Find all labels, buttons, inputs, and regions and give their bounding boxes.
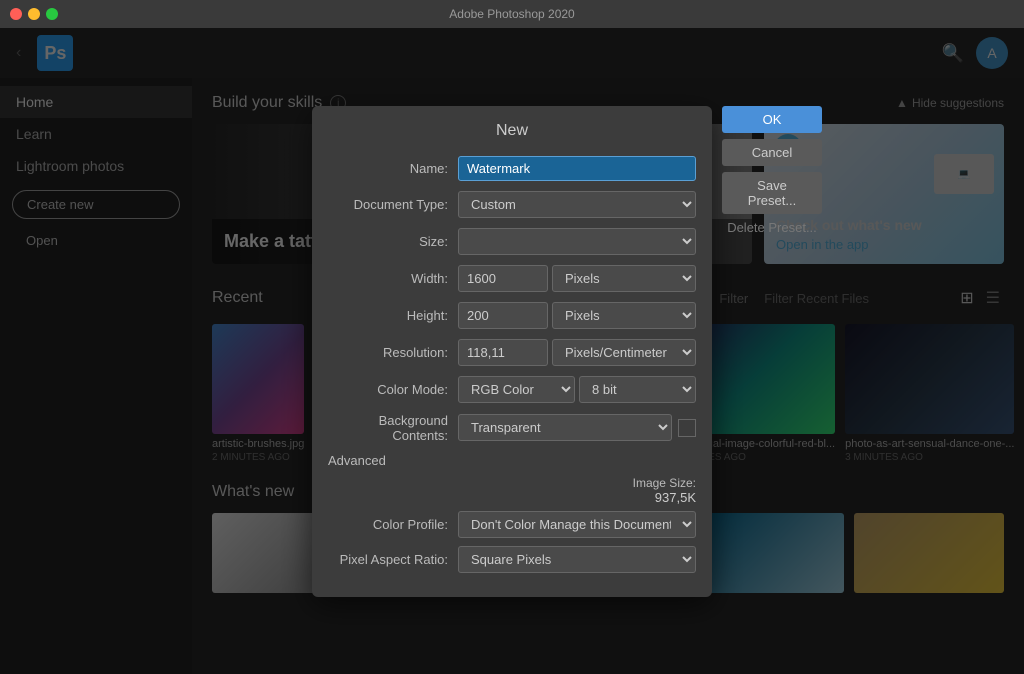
background-select[interactable]: Transparent White Background Color — [458, 414, 672, 441]
delete-preset-button[interactable]: Delete Preset... — [722, 220, 822, 235]
width-control: Pixels Inches Centimeters — [458, 265, 696, 292]
color-profile-select[interactable]: Don't Color Manage this Document sRGB IE… — [458, 511, 696, 538]
bit-depth-select[interactable]: 8 bit 16 bit 32 bit — [579, 376, 696, 403]
height-control: Pixels Inches Centimeters — [458, 302, 696, 329]
modal-buttons: OK Cancel Save Preset... Delete Preset..… — [722, 106, 822, 235]
width-label: Width: — [328, 271, 458, 286]
color-profile-label: Color Profile: — [328, 517, 458, 532]
maximize-dot[interactable] — [46, 8, 58, 20]
height-label: Height: — [328, 308, 458, 323]
close-dot[interactable] — [10, 8, 22, 20]
pixel-aspect-select[interactable]: Square Pixels Custom — [458, 546, 696, 573]
new-document-dialog: New Name: Document Type: Custom U.S. Pap… — [312, 106, 712, 597]
color-swatch[interactable] — [678, 419, 696, 437]
resolution-input[interactable] — [458, 339, 548, 366]
ok-button[interactable]: OK — [722, 106, 822, 133]
background-label: Background Contents: — [328, 413, 458, 443]
advanced-section: Advanced Image Size: 937,5K Color Profil… — [328, 453, 696, 573]
width-row: Width: Pixels Inches Centimeters — [328, 265, 696, 292]
image-size-display: Image Size: 937,5K — [328, 476, 696, 505]
resolution-label: Resolution: — [328, 345, 458, 360]
save-preset-button[interactable]: Save Preset... — [722, 172, 822, 214]
color-mode-label: Color Mode: — [328, 382, 458, 397]
size-label: Size: — [328, 234, 458, 249]
pixel-aspect-label: Pixel Aspect Ratio: — [328, 552, 458, 567]
document-type-row: Document Type: Custom U.S. Paper Interna… — [328, 191, 696, 218]
color-mode-control: RGB Color CMYK Color Grayscale 8 bit 16 … — [458, 376, 696, 403]
size-select[interactable] — [458, 228, 696, 255]
height-input[interactable] — [458, 302, 548, 329]
document-type-control: Custom U.S. Paper International Paper Ph… — [458, 191, 696, 218]
color-profile-row: Color Profile: Don't Color Manage this D… — [328, 511, 696, 538]
color-profile-control: Don't Color Manage this Document sRGB IE… — [458, 511, 696, 538]
cancel-button[interactable]: Cancel — [722, 139, 822, 166]
height-unit-select[interactable]: Pixels Inches Centimeters — [552, 302, 696, 329]
document-type-label: Document Type: — [328, 197, 458, 212]
modal-title: New — [328, 122, 696, 140]
resolution-row: Resolution: Pixels/Centimeter Pixels/Inc… — [328, 339, 696, 366]
resolution-unit-select[interactable]: Pixels/Centimeter Pixels/Inch — [552, 339, 696, 366]
modal-body: New Name: Document Type: Custom U.S. Pap… — [312, 106, 712, 597]
app-title: Adobe Photoshop 2020 — [449, 7, 574, 21]
size-row: Size: — [328, 228, 696, 255]
minimize-dot[interactable] — [28, 8, 40, 20]
image-size-label: Image Size: — [633, 476, 696, 490]
width-input[interactable] — [458, 265, 548, 292]
name-input[interactable] — [458, 156, 696, 181]
width-unit-select[interactable]: Pixels Inches Centimeters — [552, 265, 696, 292]
image-size-value: 937,5K — [655, 490, 696, 505]
color-mode-row: Color Mode: RGB Color CMYK Color Graysca… — [328, 376, 696, 403]
background-control: Transparent White Background Color — [458, 414, 696, 441]
advanced-toggle[interactable]: Advanced — [328, 453, 386, 468]
window-controls[interactable] — [10, 8, 58, 20]
name-row: Name: — [328, 156, 696, 181]
resolution-control: Pixels/Centimeter Pixels/Inch — [458, 339, 696, 366]
color-mode-select[interactable]: RGB Color CMYK Color Grayscale — [458, 376, 575, 403]
document-type-select[interactable]: Custom U.S. Paper International Paper Ph… — [458, 191, 696, 218]
height-row: Height: Pixels Inches Centimeters — [328, 302, 696, 329]
pixel-aspect-control: Square Pixels Custom — [458, 546, 696, 573]
name-control — [458, 156, 696, 181]
pixel-aspect-row: Pixel Aspect Ratio: Square Pixels Custom — [328, 546, 696, 573]
modal-overlay: New Name: Document Type: Custom U.S. Pap… — [0, 28, 1024, 674]
titlebar: Adobe Photoshop 2020 — [0, 0, 1024, 28]
name-label: Name: — [328, 161, 458, 176]
background-row: Background Contents: Transparent White B… — [328, 413, 696, 443]
